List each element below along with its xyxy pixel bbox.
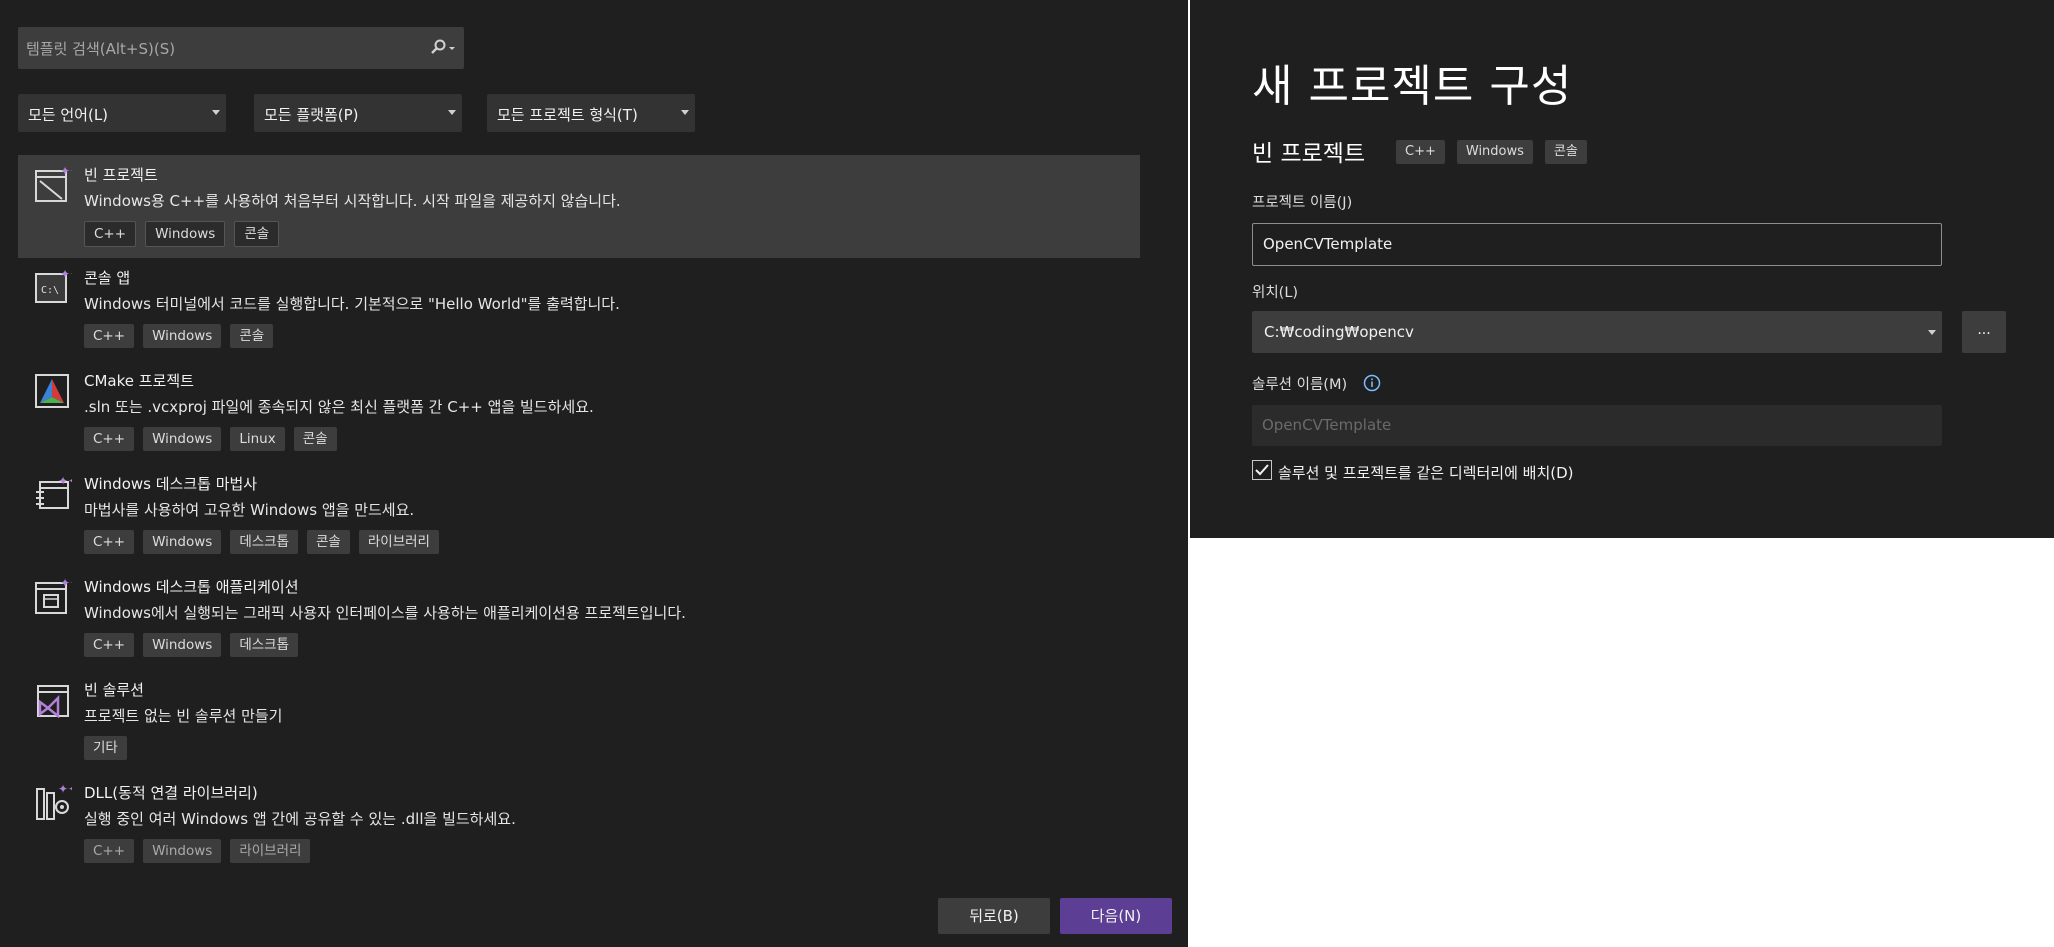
project-name-input[interactable]: OpenCVTemplate: [1252, 223, 1942, 266]
desktop-app-icon: ✦✦: [35, 577, 72, 614]
platform-filter-label: 모든 플랫폼(P): [264, 106, 359, 124]
back-button[interactable]: 뒤로(B): [938, 898, 1050, 934]
template-item-empty-solution[interactable]: 빈 솔루션 프로젝트 없는 빈 솔루션 만들기 기타: [18, 670, 1140, 773]
template-panel: 템플릿 검색(Alt+S)(S) 모든 언어(L) 모든 플랫폼(P) 모든 프…: [0, 0, 1188, 947]
chevron-down-icon[interactable]: [1928, 330, 1936, 335]
same-directory-checkbox[interactable]: [1252, 460, 1272, 480]
console-app-icon: C:\ ✦✦: [35, 268, 72, 303]
template-tags: C++ Windows 콘솔: [84, 221, 280, 247]
tag: Windows: [1456, 140, 1533, 164]
template-item-cmake-project[interactable]: CMake 프로젝트 .sln 또는 .vcxproj 파일에 종속되지 않은 …: [18, 361, 1140, 464]
location-combobox[interactable]: C:₩coding₩opencv: [1252, 311, 1942, 353]
template-description: Windows용 C++를 사용하여 처음부터 시작합니다. 시작 파일을 제공…: [84, 192, 621, 210]
svg-text:✦✦: ✦✦: [58, 474, 72, 488]
template-title: Windows 데스크톱 애플리케이션: [84, 578, 299, 596]
search-placeholder: 템플릿 검색(Alt+S)(S): [26, 40, 176, 58]
tag: C++: [84, 633, 135, 657]
template-item-console-app[interactable]: C:\ ✦✦ 콘솔 앱 Windows 터미널에서 코드를 실행합니다. 기본적…: [18, 258, 1140, 361]
template-tags: C++ Windows 라이브러리: [84, 839, 311, 863]
platform-filter-dropdown[interactable]: 모든 플랫폼(P): [254, 94, 462, 132]
template-search-input[interactable]: 템플릿 검색(Alt+S)(S): [18, 27, 464, 69]
project-type-filter-dropdown[interactable]: 모든 프로젝트 형식(T): [487, 94, 695, 132]
template-title: DLL(동적 연결 라이브러리): [84, 784, 258, 802]
template-tags: C++ Windows 콘솔: [84, 324, 274, 348]
search-icon[interactable]: [428, 37, 458, 59]
tag: C++: [84, 221, 137, 247]
tag: 콘솔: [230, 324, 274, 348]
template-description: 프로젝트 없는 빈 솔루션 만들기: [84, 707, 283, 725]
desktop-wizard-icon: ✦✦: [36, 474, 72, 509]
location-value: C:₩coding₩opencv: [1264, 323, 1414, 341]
checkmark-icon: [1255, 464, 1269, 476]
chevron-down-icon: [448, 110, 456, 115]
tag: C++: [84, 427, 135, 451]
template-title: 빈 솔루션: [84, 681, 144, 699]
svg-text:✦✦: ✦✦: [60, 165, 72, 178]
configure-project-panel: 새 프로젝트 구성 빈 프로젝트 C++ Windows 콘솔 프로젝트 이름(…: [1190, 0, 2054, 538]
cmake-icon: [35, 374, 69, 408]
page-title: 새 프로젝트 구성: [1252, 61, 1573, 112]
tag: 라이브러리: [358, 530, 439, 554]
svg-text:C:\: C:\: [41, 285, 59, 296]
tag: C++: [84, 839, 135, 863]
template-tags: 기타: [84, 736, 127, 760]
tag: Linux: [230, 427, 285, 451]
tag: C++: [84, 324, 135, 348]
info-icon[interactable]: [1363, 374, 1381, 392]
empty-solution-icon: [37, 685, 69, 718]
template-tags: C++ Windows Linux 콘솔: [84, 427, 337, 451]
template-description: Windows에서 실행되는 그래픽 사용자 인터페이스를 사용하는 애플리케이…: [84, 604, 686, 622]
chevron-down-icon: [212, 110, 220, 115]
solution-name-input[interactable]: OpenCVTemplate: [1252, 405, 1942, 446]
browse-button[interactable]: ...: [1962, 311, 2006, 353]
tag: 콘솔: [293, 427, 337, 451]
tag: Windows: [143, 324, 222, 348]
project-type-filter-label: 모든 프로젝트 형식(T): [497, 106, 638, 124]
tag: 라이브러리: [230, 839, 311, 863]
template-description: Windows 터미널에서 코드를 실행합니다. 기본적으로 "Hello Wo…: [84, 295, 620, 313]
tag: Windows: [143, 427, 222, 451]
tag: 기타: [84, 736, 127, 760]
tag: 콘솔: [307, 530, 350, 554]
template-title: 빈 프로젝트: [84, 166, 158, 184]
solution-name-label: 솔루션 이름(M): [1252, 377, 1348, 393]
template-list: ✦✦ 빈 프로젝트 Windows용 C++를 사용하여 처음부터 시작합니다.…: [18, 155, 1140, 876]
location-label: 위치(L): [1252, 285, 1299, 301]
project-name-label: 프로젝트 이름(J): [1252, 195, 1353, 211]
template-title: CMake 프로젝트: [84, 372, 194, 390]
template-tags: C++ Windows 데스크톱 콘솔 라이브러리: [84, 530, 439, 554]
svg-text:✦✦: ✦✦: [60, 577, 72, 590]
tag: 콘솔: [1544, 140, 1587, 164]
template-description: 실행 중인 여러 Windows 앱 간에 공유할 수 있는 .dll을 빌드하…: [84, 810, 516, 828]
chevron-down-icon: [681, 110, 689, 115]
empty-project-icon: ✦✦: [35, 165, 72, 202]
tag: Windows: [143, 633, 222, 657]
template-tags: C++ Windows 데스크톱: [84, 633, 299, 657]
template-item-empty-project[interactable]: ✦✦ 빈 프로젝트 Windows용 C++를 사용하여 처음부터 시작합니다.…: [18, 155, 1140, 258]
svg-text:✦✦: ✦✦: [60, 268, 72, 281]
template-item-desktop-wizard[interactable]: ✦✦ Windows 데스크톱 마법사 마법사를 사용하여 고유한 Window…: [18, 464, 1140, 567]
tag: 데스크톱: [230, 633, 299, 657]
selected-template-name: 빈 프로젝트: [1252, 141, 1366, 167]
template-description: .sln 또는 .vcxproj 파일에 종속되지 않은 최신 플랫폼 간 C+…: [84, 398, 594, 416]
tag: C++: [1396, 140, 1445, 164]
template-title: Windows 데스크톱 마법사: [84, 475, 258, 493]
tag: Windows: [143, 530, 222, 554]
tag: Windows: [145, 221, 226, 247]
dll-icon: ✦✦: [36, 783, 72, 820]
language-filter-label: 모든 언어(L): [28, 106, 109, 124]
template-item-desktop-application[interactable]: ✦✦ Windows 데스크톱 애플리케이션 Windows에서 실행되는 그래…: [18, 567, 1140, 670]
template-item-dll[interactable]: ✦✦ DLL(동적 연결 라이브러리) 실행 중인 여러 Windows 앱 간…: [18, 773, 1140, 876]
selected-template-tags: C++ Windows 콘솔: [1396, 140, 1587, 164]
same-directory-label: 솔루션 및 프로젝트를 같은 디렉터리에 배치(D): [1278, 464, 1574, 482]
tag: 데스크톱: [230, 530, 299, 554]
tag: Windows: [143, 839, 222, 863]
tag: C++: [84, 530, 135, 554]
template-description: 마법사를 사용하여 고유한 Windows 앱을 만드세요.: [84, 501, 415, 519]
language-filter-dropdown[interactable]: 모든 언어(L): [18, 94, 226, 132]
template-title: 콘솔 앱: [84, 269, 131, 287]
tag: 콘솔: [234, 221, 280, 247]
next-button[interactable]: 다음(N): [1060, 898, 1172, 934]
svg-text:✦✦: ✦✦: [58, 783, 72, 796]
